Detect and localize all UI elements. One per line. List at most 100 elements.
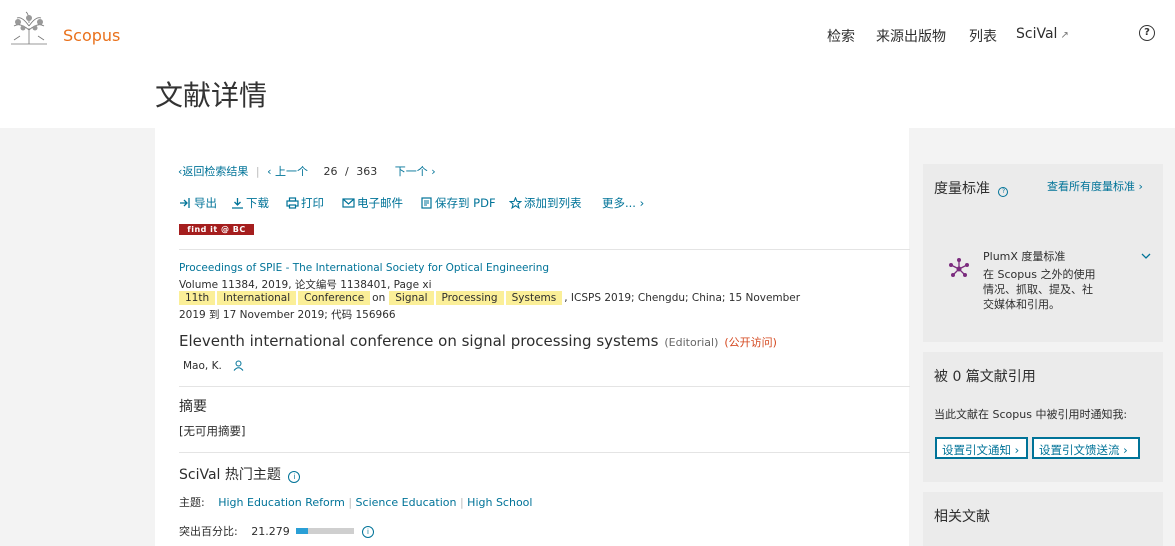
set-citation-feed-button[interactable]: 设置引文馈送流 › — [1032, 437, 1140, 459]
highlight-word: Signal — [389, 291, 434, 305]
topic-label: 主题: — [179, 496, 205, 509]
previous-link[interactable]: ‹ 上一个 — [267, 165, 308, 178]
scival-heading: SciVal 热门主题 i — [179, 464, 301, 484]
scopus-brand[interactable]: Scopus — [63, 26, 120, 45]
nav-lists[interactable]: 列表 — [969, 26, 997, 46]
email-button[interactable]: 电子邮件 — [342, 195, 403, 211]
download-button[interactable]: 下载 — [231, 195, 269, 211]
set-citation-alert-button[interactable]: 设置引文通知 › — [935, 437, 1028, 459]
download-icon — [232, 198, 243, 209]
export-icon — [180, 198, 190, 208]
divider-line — [179, 249, 910, 250]
prev-label: 上一个 — [275, 165, 309, 178]
view-all-metrics-link[interactable]: 查看所有度量标准 › — [1047, 178, 1143, 194]
topic-line: 主题: High Education Reform | Science Educ… — [179, 494, 532, 510]
divider: | — [255, 165, 260, 178]
plumx-title: PlumX 度量标准 — [983, 250, 1066, 263]
highlight-word: 11th — [179, 291, 216, 305]
highlight-word: Systems — [505, 291, 563, 305]
save-pdf-label: 保存到 PDF — [435, 196, 496, 210]
more-button[interactable]: 更多... › — [602, 195, 644, 211]
percentile-value: 21.279 — [251, 525, 290, 538]
help-icon[interactable]: ? — [998, 187, 1009, 197]
plumx-desc-line: 交媒体和引用。 — [983, 298, 1060, 311]
author-line: Mao, K. — [183, 360, 244, 372]
cited-notify-text: 当此文献在 Scopus 中被引用时通知我: — [934, 408, 1128, 421]
journal-link[interactable]: Proceedings of SPIE - The International … — [179, 262, 549, 274]
document-title-text: Eleventh international conference on sig… — [179, 332, 659, 350]
star-icon — [509, 197, 522, 209]
total-count: 363 — [356, 165, 378, 178]
header: Scopus 检索 来源出版物 列表 SciVal ↗ ? — [0, 0, 1175, 70]
more-label: 更多... — [602, 196, 636, 210]
divider: | — [459, 496, 464, 509]
chevron-down-icon[interactable] — [1141, 253, 1151, 260]
nav-scival-label: SciVal — [1016, 26, 1058, 42]
external-link-icon: ↗ — [1060, 30, 1069, 41]
print-button[interactable]: 打印 — [286, 195, 324, 211]
elsevier-logo[interactable] — [8, 10, 50, 48]
divider-line — [179, 452, 910, 453]
nav-search[interactable]: 检索 — [827, 26, 855, 46]
cited-by-panel: 被 0 篇文献引用 当此文献在 Scopus 中被引用时通知我: 设置引文通知 … — [923, 352, 1163, 482]
scival-heading-text: SciVal 热门主题 — [179, 467, 281, 483]
plumx-desc-line: 情况、抓取、提及、社 — [983, 283, 1093, 296]
conference-on: on — [372, 292, 386, 304]
topic-link[interactable]: Science Education — [356, 496, 457, 509]
conference-rest: , ICSPS 2019; Chengdu; China; 15 Novembe… — [564, 292, 801, 304]
pdf-icon — [421, 197, 432, 209]
cited-by-title: 被 0 篇文献引用 — [934, 369, 1036, 385]
divider: | — [348, 496, 353, 509]
percentile-bar-fill — [296, 528, 309, 534]
add-list-label: 添加到列表 — [524, 196, 582, 210]
topic-link[interactable]: High Education Reform — [218, 496, 345, 509]
save-pdf-button[interactable]: 保存到 PDF — [420, 195, 496, 211]
email-icon — [342, 198, 355, 208]
metrics-title-text: 度量标准 — [934, 181, 990, 197]
nav-sources[interactable]: 来源出版物 — [876, 26, 946, 46]
next-label: 下一个 — [394, 165, 428, 178]
current-index: 26 — [323, 165, 338, 178]
findit-button[interactable]: find it @ BC — [179, 224, 254, 235]
print-icon — [286, 197, 299, 209]
conference-info: 11th International Conference on Signal Proce… — [179, 291, 801, 305]
document-title: Eleventh international conference on sig… — [179, 332, 777, 350]
pager-slash: / — [345, 165, 349, 178]
document-type: (Editorial) — [664, 336, 719, 349]
open-access-badge[interactable]: (公开访问) — [724, 336, 777, 349]
abstract-text: [无可用摘要] — [179, 424, 246, 438]
help-icon[interactable]: ? — [1139, 25, 1155, 41]
export-button[interactable]: 导出 — [179, 195, 217, 211]
percentile-line: 突出百分比: 21.279 — [179, 523, 290, 539]
highlight-word: Processing — [435, 291, 504, 305]
nav-scival[interactable]: SciVal ↗ — [1016, 26, 1069, 42]
export-label: 导出 — [194, 196, 217, 210]
next-link[interactable]: 下一个 › — [395, 165, 436, 178]
alert-label: 设置引文通知 — [942, 443, 1011, 457]
metrics-panel: 度量标准 ? 查看所有度量标准 › PlumX 度量标准 在 Scopus 之外… — [923, 164, 1163, 342]
author-profile-icon[interactable] — [233, 360, 244, 371]
info-icon[interactable]: i — [288, 471, 301, 483]
add-to-list-button[interactable]: 添加到列表 — [509, 195, 582, 211]
highlight-word: Conference — [298, 291, 371, 305]
view-all-label: 查看所有度量标准 — [1047, 180, 1135, 193]
back-to-results-link[interactable]: ‹返回检索结果 — [178, 165, 248, 178]
divider-line — [179, 386, 910, 387]
metrics-title: 度量标准 ? — [934, 178, 1009, 198]
topic-link[interactable]: High School — [467, 496, 532, 509]
percentile-bar — [296, 528, 354, 534]
related-docs-title: 相关文献 — [934, 509, 990, 525]
percentile-label: 突出百分比: — [179, 525, 238, 538]
plumx-desc-line: 在 Scopus 之外的使用 — [983, 268, 1096, 281]
info-icon[interactable]: i — [362, 526, 374, 538]
download-label: 下载 — [246, 196, 269, 210]
page-title: 文献详情 — [155, 79, 268, 112]
print-label: 打印 — [301, 196, 324, 210]
date-info: 2019 到 17 November 2019; 代码 156966 — [179, 309, 396, 321]
plumx-icon — [949, 258, 969, 277]
abstract-heading: 摘要 — [179, 399, 207, 415]
volume-info: Volume 11384, 2019, 论文编号 1138401, Page x… — [179, 279, 432, 291]
email-label: 电子邮件 — [357, 196, 403, 210]
author-name[interactable]: Mao, K. — [183, 360, 222, 372]
back-label: 返回检索结果 — [182, 165, 249, 178]
